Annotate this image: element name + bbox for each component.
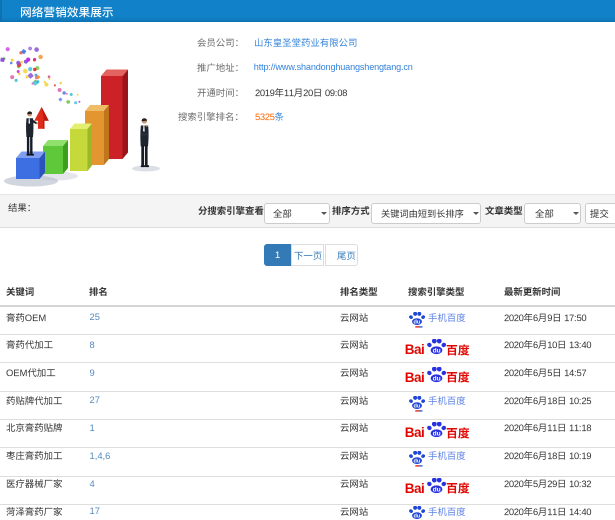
- svg-text:du: du: [414, 320, 421, 326]
- svg-text:du: du: [414, 459, 421, 465]
- svg-text:du: du: [414, 403, 421, 409]
- svg-text:du: du: [414, 514, 421, 520]
- svg-text:du: du: [433, 347, 441, 354]
- svg-text:du: du: [433, 486, 441, 493]
- svg-text:du: du: [433, 430, 441, 437]
- svg-text:du: du: [433, 375, 441, 382]
